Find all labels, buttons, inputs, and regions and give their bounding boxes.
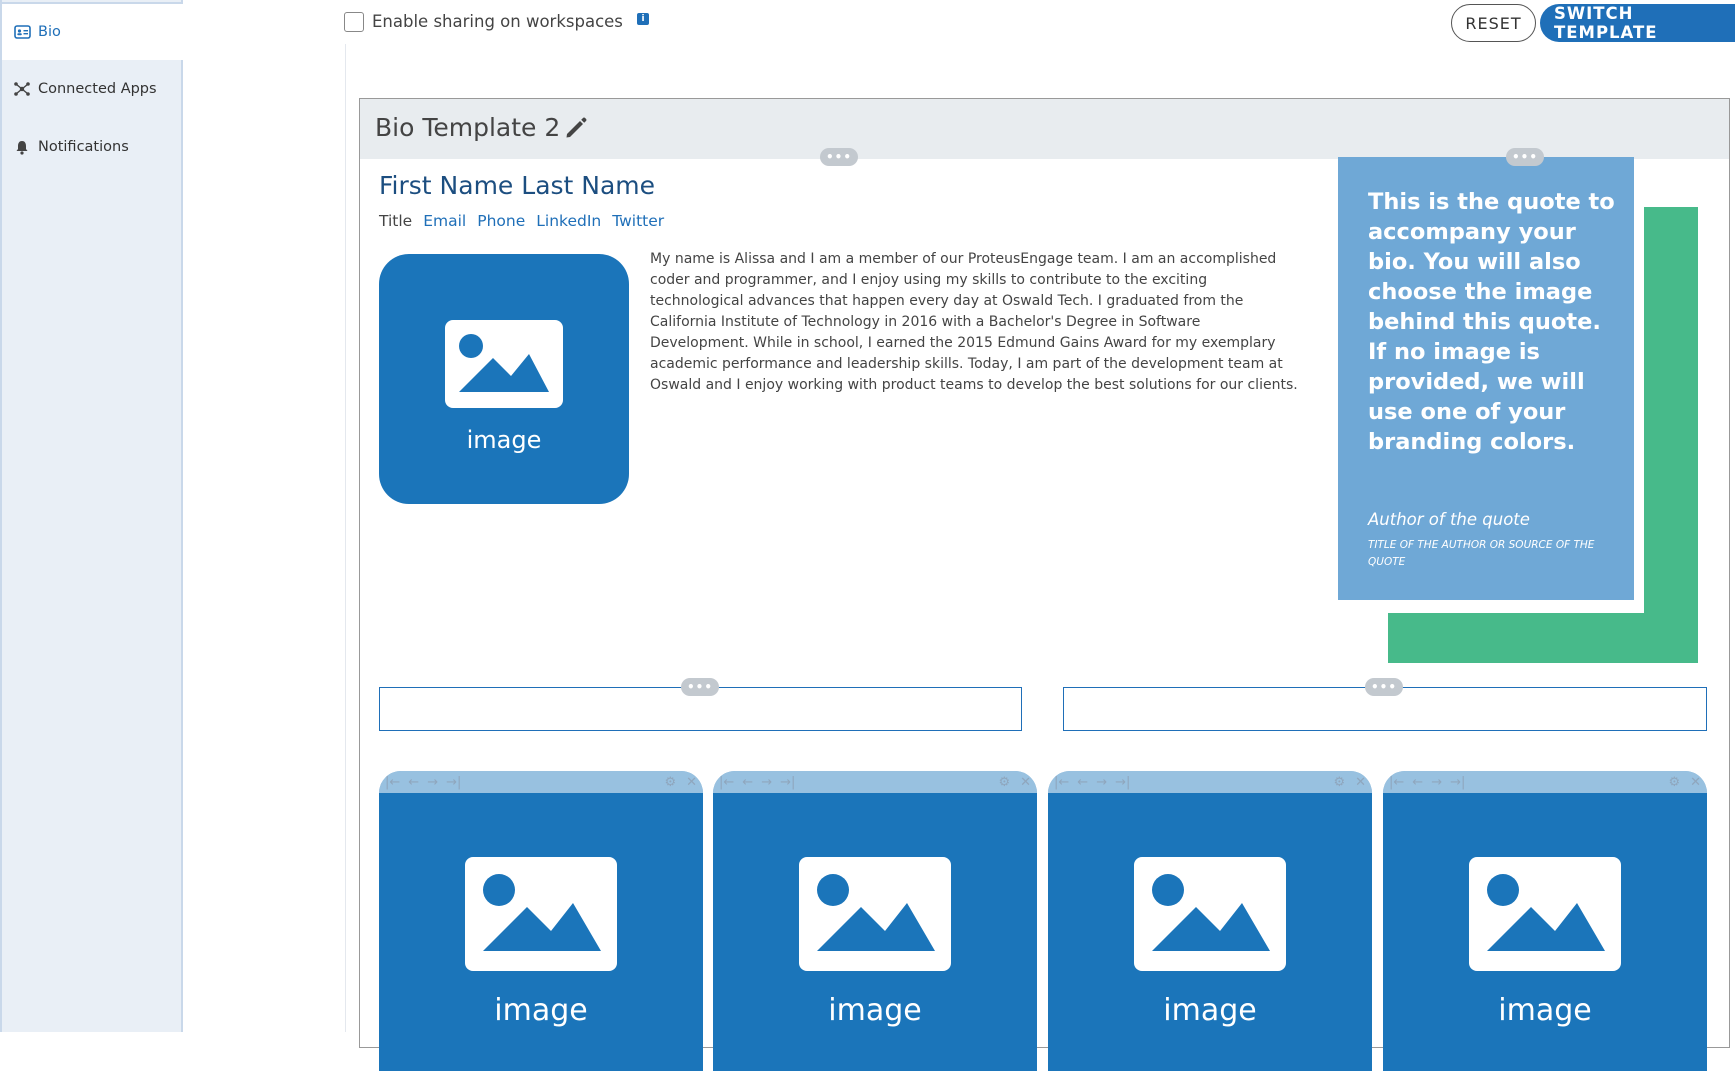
tile-toolbar: |← ← → →| ⚙ ✕: [1048, 771, 1372, 793]
image-label: image: [1498, 993, 1592, 1028]
image-placeholder-icon: [1134, 857, 1286, 971]
twitter-link[interactable]: Twitter: [612, 212, 664, 230]
sidebar-item-label: Bio: [38, 24, 61, 40]
move-right-icon[interactable]: →: [427, 775, 438, 790]
gear-icon[interactable]: ⚙: [1668, 775, 1680, 790]
switch-template-button[interactable]: SWITCH TEMPLATE: [1540, 4, 1735, 42]
sidebar-item-connected-apps[interactable]: Connected Apps: [2, 60, 183, 118]
profile-title: Title: [379, 212, 413, 230]
phone-link[interactable]: Phone: [477, 212, 525, 230]
image-tile[interactable]: |← ← → →| ⚙ ✕ image: [1048, 771, 1372, 1071]
sidebar-item-label: Notifications: [38, 139, 129, 155]
move-right-icon[interactable]: →: [1096, 775, 1107, 790]
move-first-icon[interactable]: |←: [1054, 775, 1069, 790]
move-last-icon[interactable]: →|: [780, 775, 795, 790]
move-first-icon[interactable]: |←: [385, 775, 400, 790]
move-left-icon[interactable]: ←: [1412, 775, 1423, 790]
profile-name: First Name Last Name: [379, 171, 656, 200]
bio-text: My name is Alissa and I am a member of o…: [650, 251, 1298, 393]
image-label: image: [494, 993, 588, 1028]
move-last-icon[interactable]: →|: [1115, 775, 1130, 790]
linkedin-link[interactable]: LinkedIn: [536, 212, 601, 230]
template-title: Bio Template 2: [375, 113, 561, 142]
move-last-icon[interactable]: →|: [1450, 775, 1465, 790]
move-left-icon[interactable]: ←: [1077, 775, 1088, 790]
pencil-icon[interactable]: [563, 115, 589, 141]
enable-sharing-label: Enable sharing on workspaces: [372, 12, 623, 31]
image-label: image: [828, 993, 922, 1028]
reset-button[interactable]: RESET: [1451, 4, 1536, 42]
field-options-handle[interactable]: •••: [681, 678, 719, 696]
id-card-icon: [12, 23, 32, 41]
image-label: image: [1163, 993, 1257, 1028]
gutter: [183, 0, 345, 1032]
field-options-handle[interactable]: •••: [1365, 678, 1403, 696]
email-link[interactable]: Email: [423, 212, 466, 230]
tile-toolbar: |← ← → →| ⚙ ✕: [1383, 771, 1707, 793]
info-icon[interactable]: i: [637, 13, 649, 25]
move-last-icon[interactable]: →|: [446, 775, 461, 790]
gear-icon[interactable]: ⚙: [1333, 775, 1345, 790]
move-right-icon[interactable]: →: [761, 775, 772, 790]
close-icon[interactable]: ✕: [686, 775, 697, 790]
template-panel: Bio Template 2 ••• First Name Last Name …: [359, 98, 1730, 1071]
gear-icon[interactable]: ⚙: [664, 775, 676, 790]
image-placeholder-icon: [799, 857, 951, 971]
profile-image-placeholder[interactable]: image: [379, 254, 629, 504]
close-icon[interactable]: ✕: [1020, 775, 1031, 790]
section-options-handle[interactable]: •••: [820, 148, 858, 166]
image-placeholder-icon: [465, 857, 617, 971]
tile-toolbar: |← ← → →| ⚙ ✕: [713, 771, 1037, 793]
close-icon[interactable]: ✕: [1690, 775, 1701, 790]
sidebar-item-label: Connected Apps: [38, 81, 157, 97]
sidebar-item-notifications[interactable]: Notifications: [2, 118, 183, 176]
sidebar-item-bio[interactable]: Bio: [2, 2, 183, 60]
tile-toolbar: |← ← → →| ⚙ ✕: [379, 771, 703, 793]
quote-options-handle[interactable]: •••: [1506, 148, 1544, 166]
profile-links: Title Email Phone LinkedIn Twitter: [379, 212, 664, 230]
image-placeholder-icon: [1469, 857, 1621, 971]
move-left-icon[interactable]: ←: [408, 775, 419, 790]
bell-icon: [12, 138, 32, 156]
connected-apps-icon: [12, 80, 32, 98]
quote-source: TITLE OF THE AUTHOR OR SOURCE OF THE QUO…: [1368, 539, 1595, 568]
move-first-icon[interactable]: |←: [1389, 775, 1404, 790]
quote-author: Author of the quote: [1368, 510, 1530, 529]
quote-card[interactable]: This is the quote to accompany your bio.…: [1338, 157, 1634, 600]
image-tile[interactable]: |← ← → →| ⚙ ✕ image: [713, 771, 1037, 1071]
enable-sharing-checkbox[interactable]: [344, 12, 364, 32]
image-tile[interactable]: |← ← → →| ⚙ ✕ image: [1383, 771, 1707, 1071]
move-right-icon[interactable]: →: [1431, 775, 1442, 790]
move-first-icon[interactable]: |←: [719, 775, 734, 790]
image-tile[interactable]: |← ← → →| ⚙ ✕ image: [379, 771, 703, 1071]
close-icon[interactable]: ✕: [1355, 775, 1366, 790]
image-label: image: [466, 426, 542, 454]
sidebar: Bio Connected Apps Notifications: [0, 0, 183, 1032]
quote-text: This is the quote to accompany your bio.…: [1368, 189, 1615, 455]
image-placeholder-icon: [445, 320, 563, 408]
move-left-icon[interactable]: ←: [742, 775, 753, 790]
gear-icon[interactable]: ⚙: [998, 775, 1010, 790]
